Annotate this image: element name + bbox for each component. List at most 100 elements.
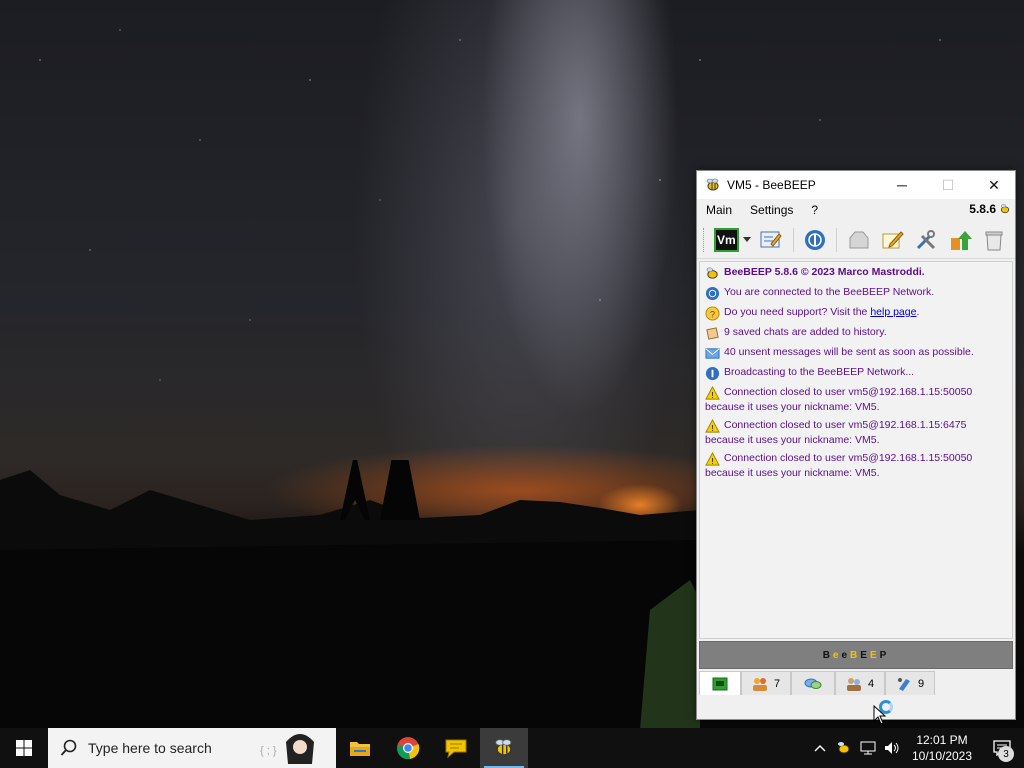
update-button[interactable] bbox=[948, 227, 973, 253]
warning-icon: ! bbox=[705, 386, 720, 400]
tab-users[interactable]: 7 bbox=[741, 671, 791, 695]
log-entry: 40 unsent messages will be sent as soon … bbox=[705, 346, 1007, 361]
tab-count: 7 bbox=[773, 677, 781, 690]
log-text: Connection closed to user vm5@192.168.1.… bbox=[724, 452, 973, 464]
box-icon bbox=[849, 231, 869, 248]
dock-tabs: 7 4 9 bbox=[699, 671, 935, 695]
profile-card-icon bbox=[760, 231, 782, 247]
help-page-link[interactable]: help page bbox=[870, 306, 916, 318]
users-icon bbox=[752, 677, 767, 691]
file-sharing-button[interactable] bbox=[846, 227, 871, 253]
network-button[interactable] bbox=[803, 227, 828, 253]
edit-profile-button[interactable] bbox=[759, 227, 784, 253]
upload-icon bbox=[950, 230, 972, 250]
network-tray-icon[interactable] bbox=[856, 741, 880, 755]
tab-count: 9 bbox=[917, 677, 925, 690]
tab-chats[interactable] bbox=[791, 671, 835, 695]
beebeep-window: VM5 - BeeBEEP ─ ☐ ✕ Main Settings ? 5.8.… bbox=[696, 170, 1016, 720]
file-explorer-app[interactable] bbox=[336, 728, 384, 768]
tools-icon bbox=[917, 229, 936, 249]
svg-text:!: ! bbox=[711, 423, 713, 433]
svg-text:!: ! bbox=[711, 390, 713, 400]
network-icon bbox=[804, 229, 825, 250]
user-status-button[interactable]: Vm bbox=[713, 227, 739, 252]
wallpaper-mountains bbox=[0, 460, 700, 730]
minimize-button[interactable]: ─ bbox=[879, 171, 925, 199]
brand-bar: B e e B E E P bbox=[699, 641, 1013, 669]
toolbar-separator bbox=[836, 227, 838, 252]
brand-letter: P bbox=[879, 649, 890, 661]
search-placeholder: Type here to search bbox=[88, 740, 212, 756]
log-entry: ? Do you need support? Visit the help pa… bbox=[705, 306, 1007, 321]
taskbar: Type here to search { ; } 12:01 PM 10/10… bbox=[0, 728, 1024, 768]
title-bar[interactable]: VM5 - BeeBEEP ─ ☐ ✕ bbox=[697, 171, 1015, 199]
svg-text:!: ! bbox=[711, 456, 713, 466]
toolbar-separator bbox=[792, 227, 794, 252]
search-icon bbox=[60, 739, 77, 756]
clock-time: 12:01 PM bbox=[916, 733, 968, 747]
log-text: 9 saved chats are added to history. bbox=[724, 326, 887, 338]
history-icon bbox=[706, 327, 719, 340]
network-icon bbox=[705, 286, 720, 301]
tools-button[interactable] bbox=[914, 227, 939, 253]
share-icon bbox=[897, 677, 910, 691]
log-entry: Broadcasting to the BeeBEEP Network... bbox=[705, 366, 1007, 381]
clear-button[interactable] bbox=[981, 227, 1006, 253]
envelope-icon bbox=[705, 348, 720, 359]
warning-icon: ! bbox=[705, 419, 720, 433]
brand-letter: e bbox=[841, 649, 851, 661]
log-text: You are connected to the BeeBEEP Network… bbox=[724, 286, 935, 298]
status-bar bbox=[697, 695, 1015, 719]
bee-icon bbox=[495, 739, 512, 756]
chevron-up-icon[interactable] bbox=[808, 744, 832, 752]
action-center-button[interactable]: 3 bbox=[980, 728, 1024, 768]
chat-app[interactable] bbox=[432, 728, 480, 768]
brand-letter: E bbox=[860, 649, 870, 661]
volume-icon[interactable] bbox=[880, 741, 904, 755]
group-icon bbox=[846, 677, 861, 691]
mouse-cursor-icon bbox=[873, 705, 887, 725]
beebeep-app[interactable] bbox=[480, 728, 528, 768]
main-toolbar: Vm bbox=[697, 221, 1015, 259]
svg-text:?: ? bbox=[710, 309, 715, 319]
log-text: because it uses your nickname: VM5. bbox=[705, 401, 880, 413]
warning-icon: ! bbox=[705, 452, 720, 466]
log-text: Connection closed to user vm5@192.168.1.… bbox=[724, 419, 967, 431]
brand-letter: E bbox=[869, 649, 880, 661]
log-entry: 9 saved chats are added to history. bbox=[705, 326, 1007, 341]
svg-text:{ ; }: { ; } bbox=[260, 745, 277, 757]
tab-shares[interactable]: 9 bbox=[885, 671, 935, 695]
brand-letter: B bbox=[850, 649, 861, 661]
maximize-button[interactable]: ☐ bbox=[925, 171, 971, 199]
clock[interactable]: 12:01 PM 10/10/2023 bbox=[904, 732, 980, 764]
bee-icon bbox=[706, 267, 718, 279]
menu-main[interactable]: Main bbox=[697, 203, 741, 217]
brand-letter: e bbox=[832, 649, 842, 661]
tab-home[interactable] bbox=[699, 671, 741, 695]
toolbar-grip[interactable] bbox=[703, 227, 706, 252]
bee-icon bbox=[706, 178, 719, 191]
log-text: Do you need support? Visit the help page… bbox=[724, 306, 920, 318]
version-label: 5.8.6 bbox=[969, 202, 1011, 216]
notification-count: 3 bbox=[998, 746, 1014, 762]
log-text: Connection closed to user vm5@192.168.1.… bbox=[724, 386, 973, 398]
menu-settings[interactable]: Settings bbox=[741, 203, 802, 217]
close-button[interactable]: ✕ bbox=[971, 171, 1017, 199]
tray-bee-icon[interactable] bbox=[832, 740, 856, 756]
log-entry: ! Connection closed to user vm5@192.168.1… bbox=[705, 452, 1007, 480]
home-screen-icon bbox=[712, 677, 728, 690]
menu-bar: Main Settings ? 5.8.6 bbox=[697, 199, 1015, 221]
write-message-button[interactable] bbox=[880, 227, 905, 253]
menu-help[interactable]: ? bbox=[802, 203, 827, 217]
tab-groups[interactable]: 4 bbox=[835, 671, 885, 695]
pencil-icon bbox=[882, 230, 905, 248]
log-entry: BeeBEEP 5.8.6 © 2023 Marco Mastroddi. bbox=[705, 266, 1007, 281]
chevron-down-icon[interactable] bbox=[742, 237, 751, 242]
window-title: VM5 - BeeBEEP bbox=[727, 178, 816, 192]
log-title: BeeBEEP 5.8.6 © 2023 Marco Mastroddi. bbox=[724, 266, 925, 278]
bee-icon bbox=[1000, 204, 1010, 214]
log-text: because it uses your nickname: VM5. bbox=[705, 467, 880, 479]
start-button[interactable] bbox=[0, 728, 48, 768]
chrome-app[interactable] bbox=[384, 728, 432, 768]
taskbar-search[interactable]: Type here to search { ; } bbox=[48, 728, 336, 768]
